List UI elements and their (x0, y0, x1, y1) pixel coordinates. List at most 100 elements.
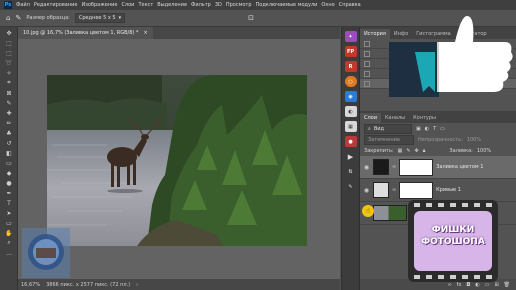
chevron-right-icon[interactable]: › (136, 282, 138, 288)
menu-select[interactable]: Выделение (157, 2, 187, 8)
layer-filter-select[interactable]: ⌕ Вид (364, 123, 412, 134)
photoshop-logo[interactable]: Ps (4, 1, 12, 9)
zoom-tool-icon[interactable]: ⌕ (4, 239, 14, 247)
curves-layer-thumbnail (373, 182, 389, 198)
record-plugin-icon[interactable]: ● (344, 136, 357, 147)
badge-text: ФИШКИ ФОТОШОПА (414, 224, 492, 248)
hand-tool-icon[interactable]: ✋ (4, 229, 14, 237)
close-icon[interactable]: × (143, 30, 147, 36)
play-icon[interactable]: ▶ (344, 151, 357, 162)
sample-size-select[interactable]: Среднее 5 x 5 ▾ (74, 13, 126, 23)
mask-plugin-icon[interactable]: ◐ (344, 106, 357, 117)
menu-bar: Ps Файл Редактирование Изображение Слои … (0, 0, 516, 10)
home-icon[interactable]: ⌂ (6, 14, 10, 22)
lock-icon[interactable]: 🔒︎ (423, 148, 426, 154)
layer-mask-thumbnail[interactable] (399, 181, 434, 199)
lock-brush-icon[interactable]: ✎ (406, 148, 410, 154)
sample-options-icon[interactable]: ⊡ (248, 14, 254, 22)
table-plugin-icon[interactable]: ▦ (344, 121, 357, 132)
layer-row[interactable]: ◉ ∞ Кривые 1 (360, 179, 516, 202)
lock-pixels-icon[interactable]: ▦ (398, 148, 403, 154)
document-image[interactable] (47, 75, 307, 246)
sample-size-value: Среднее 5 x 5 (78, 15, 116, 21)
lock-move-icon[interactable]: ✥ (415, 148, 419, 154)
menu-text[interactable]: Текст (138, 2, 153, 8)
puzzle-plugin-icon[interactable]: ✦ (344, 31, 357, 42)
trash-icon[interactable]: 🗑︎ (504, 282, 510, 288)
quick-select-tool-icon[interactable]: ✧ (4, 69, 14, 77)
dodge-tool-icon[interactable]: ● (4, 179, 14, 187)
brush-tool-icon[interactable]: ✏ (4, 119, 14, 127)
eraser-tool-icon[interactable]: ◧ (4, 149, 14, 157)
zoom-level[interactable]: 16,67% (21, 282, 40, 288)
eyedropper-tool-icon[interactable]: ✎ (4, 99, 14, 107)
gradient-tool-icon[interactable]: ▭ (4, 159, 14, 167)
r-plugin-icon[interactable]: R (344, 61, 357, 72)
brush-settings-icon[interactable]: ✎ (344, 181, 357, 192)
eye-icon[interactable]: ◉ (363, 164, 370, 171)
chain-icon[interactable]: ∞ (392, 164, 396, 170)
menu-help[interactable]: Справка (339, 2, 361, 8)
layer-name[interactable]: Заливка цветом 1 (436, 164, 483, 170)
tab-paths[interactable]: Контуры (409, 113, 440, 123)
lasso-tool-icon[interactable]: ➰ (4, 59, 14, 67)
menu-view[interactable]: Просмотр (226, 2, 252, 8)
menu-image[interactable]: Изображение (81, 2, 117, 8)
history-brush-tool-icon[interactable]: ↺ (4, 139, 14, 147)
blend-mode-select[interactable]: Затемнение (364, 134, 414, 145)
type-tool-icon[interactable]: T (4, 199, 14, 207)
opacity-value[interactable]: 100% (467, 137, 481, 143)
menu-plugins[interactable]: Подключаемые модули (256, 2, 318, 8)
menu-edit[interactable]: Редактирование (34, 2, 78, 8)
sample-size-label: Размер образца: (26, 15, 70, 21)
document-title: 10.jpg @ 16,7% (Заливка цветом 1, RGB/8)… (23, 30, 139, 36)
blur-tool-icon[interactable]: ◆ (4, 169, 14, 177)
image-layer-thumbnail (373, 205, 407, 221)
marquee-tool-icon[interactable]: ⬚ (4, 49, 14, 57)
tab-layers[interactable]: Слои (360, 113, 381, 123)
palette-plugin-icon[interactable]: ◉ (344, 91, 357, 102)
eye-icon[interactable]: ◉ (363, 187, 370, 194)
link-layers-icon[interactable]: ∞ (447, 282, 451, 288)
crop-tool-icon[interactable]: ⌗ (4, 79, 14, 87)
fp-plugin-icon[interactable]: FP (344, 46, 357, 57)
blend-row: Затемнение Непрозрачность: 100% (360, 134, 516, 145)
blend-mode-value: Затемнение (368, 136, 400, 143)
adjustment-icon[interactable]: ◐ (475, 282, 479, 288)
chain-icon[interactable]: ∞ (392, 187, 396, 193)
shape-tool-icon[interactable]: ▭ (4, 219, 14, 227)
layer-mask-thumbnail[interactable] (399, 158, 434, 176)
menu-layers[interactable]: Слои (121, 2, 134, 8)
layers-panel-tabs: Слои Каналы Контуры (360, 111, 516, 123)
move-tool-icon[interactable]: ✥ (4, 29, 14, 37)
fx-icon[interactable]: fx (457, 282, 462, 288)
healing-brush-tool-icon[interactable]: ✚ (4, 109, 14, 117)
group-icon[interactable]: ▭ (485, 282, 490, 288)
new-layer-icon[interactable]: ⊞ (494, 282, 498, 288)
frame-tool-icon[interactable]: ⊠ (4, 89, 14, 97)
layer-row[interactable]: ◉ ∞ Заливка цветом 1 (360, 156, 516, 179)
document-tab[interactable]: 10.jpg @ 16,7% (Заливка цветом 1, RGB/8)… (18, 27, 153, 39)
more-tools-icon[interactable]: … (4, 249, 14, 257)
eyedropper-icon[interactable]: ✎ (15, 14, 21, 22)
path-select-tool-icon[interactable]: ➤ (4, 209, 14, 217)
add-mask-icon[interactable]: ◘ (466, 282, 470, 288)
ring-plugin-icon[interactable]: ○ (344, 76, 357, 87)
menu-file[interactable]: Файл (16, 2, 30, 8)
menu-filter[interactable]: Фильтр (191, 2, 211, 8)
fill-value[interactable]: 100% (477, 148, 491, 154)
filter-adjust-icon[interactable]: ◐ (425, 126, 429, 132)
stamp-tool-icon[interactable]: ♣ (4, 129, 14, 137)
badge-line-2: ФОТОШОПА (421, 237, 485, 247)
menu-window[interactable]: Окно (321, 2, 334, 8)
layer-name[interactable]: Кривые 1 (436, 187, 461, 193)
adjust-icon[interactable]: ⇅ (344, 166, 357, 177)
artboard-tool-icon[interactable]: ⬚ (4, 39, 14, 47)
tab-channels[interactable]: Каналы (381, 113, 409, 123)
layer-filter-value: Вид (373, 125, 384, 132)
filter-image-icon[interactable]: ▣ (416, 126, 421, 132)
filter-shape-icon[interactable]: ▭ (440, 126, 445, 132)
pen-tool-icon[interactable]: ✒ (4, 189, 14, 197)
filter-type-icon[interactable]: T (433, 126, 436, 132)
menu-3d[interactable]: 3D (215, 2, 222, 8)
